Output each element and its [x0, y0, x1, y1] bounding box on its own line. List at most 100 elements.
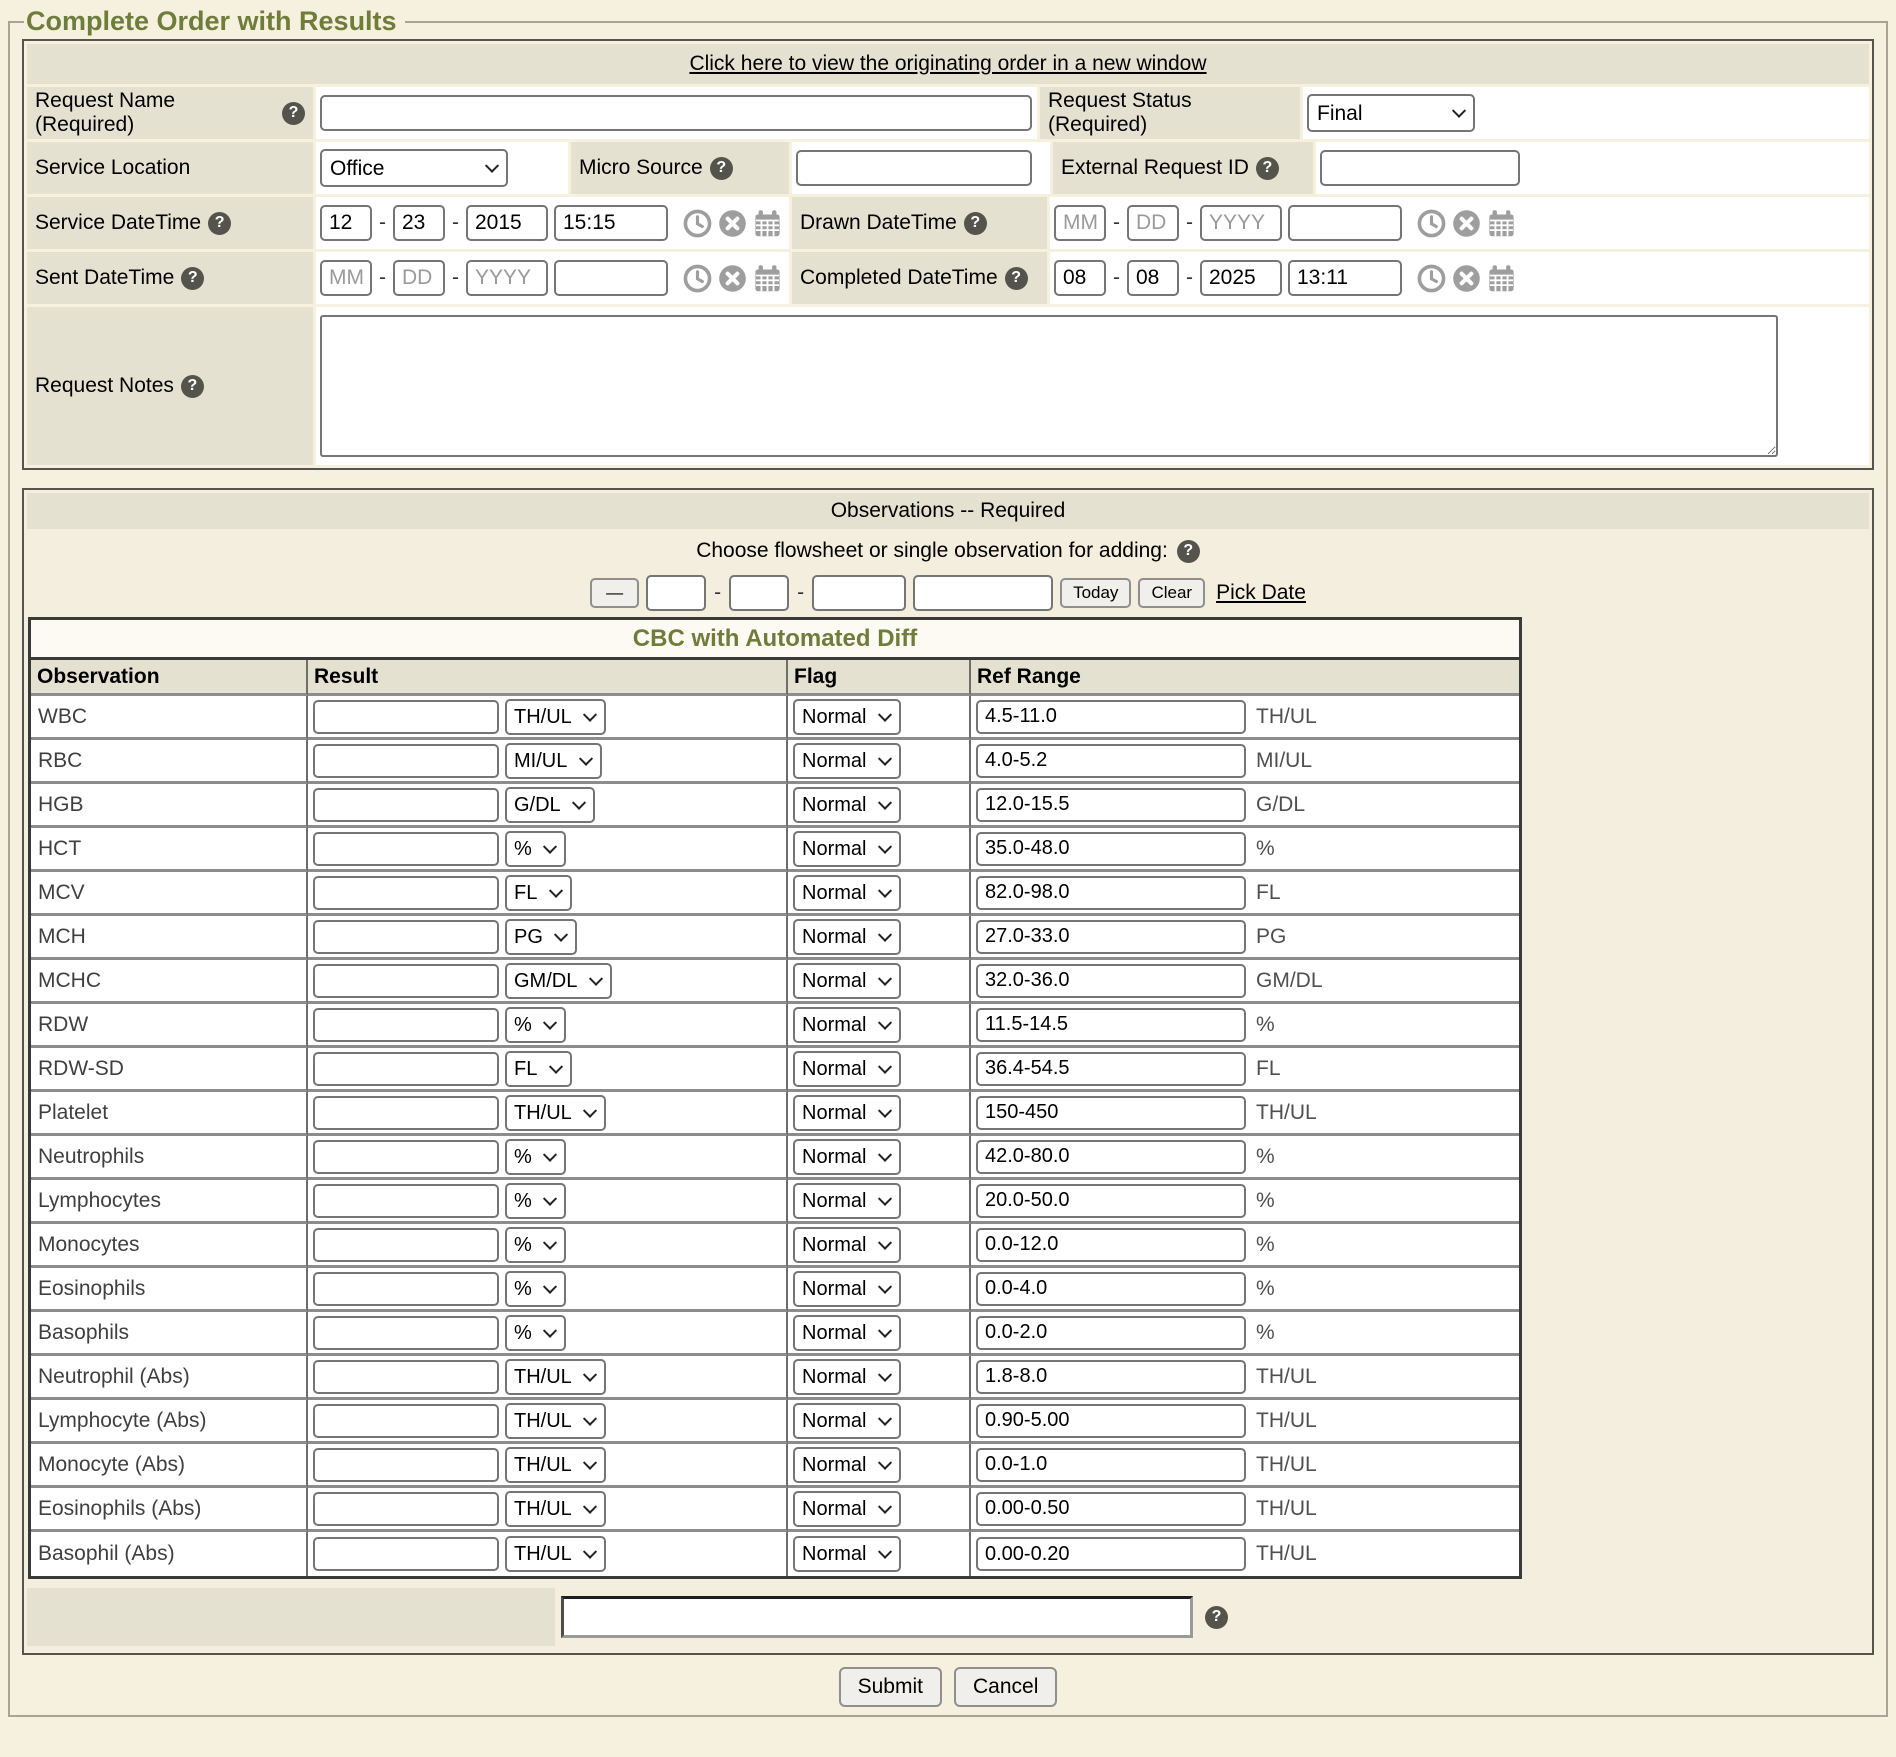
ref-range-input[interactable] — [976, 876, 1246, 910]
ref-range-input[interactable] — [976, 1272, 1246, 1306]
result-unit-select[interactable]: % — [505, 1315, 566, 1351]
help-icon[interactable]: ? — [1256, 157, 1279, 180]
service-time-input[interactable] — [554, 205, 668, 241]
calendar-icon[interactable] — [1486, 263, 1516, 293]
flag-select[interactable]: Normal — [793, 1183, 901, 1219]
today-button[interactable]: Today — [1060, 578, 1131, 608]
result-input[interactable] — [313, 1052, 499, 1086]
help-icon[interactable]: ? — [1005, 267, 1028, 290]
result-input[interactable] — [313, 1537, 499, 1571]
result-unit-select[interactable]: G/DL — [505, 787, 595, 823]
service-day-input[interactable] — [393, 205, 445, 241]
ref-range-input[interactable] — [976, 1096, 1246, 1130]
cancel-button[interactable]: Cancel — [954, 1667, 1057, 1707]
obs-date-month-input[interactable] — [646, 575, 706, 611]
time-picker-icon[interactable] — [1416, 208, 1446, 238]
ref-range-input[interactable] — [976, 1052, 1246, 1086]
service-year-input[interactable] — [466, 205, 548, 241]
ref-range-input[interactable] — [976, 920, 1246, 954]
flag-select[interactable]: Normal — [793, 743, 901, 779]
clear-button[interactable]: Clear — [1138, 578, 1205, 608]
completed-time-input[interactable] — [1288, 260, 1402, 296]
result-input[interactable] — [313, 1316, 499, 1350]
result-input[interactable] — [313, 744, 499, 778]
request-name-input[interactable] — [320, 95, 1032, 131]
external-request-id-input[interactable] — [1320, 150, 1520, 186]
result-unit-select[interactable]: % — [505, 1007, 566, 1043]
ref-range-input[interactable] — [976, 1492, 1246, 1526]
flag-select[interactable]: Normal — [793, 919, 901, 955]
help-icon[interactable]: ? — [181, 375, 204, 398]
help-icon[interactable]: ? — [181, 267, 204, 290]
result-input[interactable] — [313, 788, 499, 822]
flag-select[interactable]: Normal — [793, 1007, 901, 1043]
completed-month-input[interactable] — [1054, 260, 1106, 296]
ref-range-input[interactable] — [976, 832, 1246, 866]
ref-range-input[interactable] — [976, 1140, 1246, 1174]
result-input[interactable] — [313, 1184, 499, 1218]
drawn-year-input[interactable] — [1200, 205, 1282, 241]
result-unit-select[interactable]: TH/UL — [505, 699, 606, 735]
ref-range-input[interactable] — [976, 1184, 1246, 1218]
ref-range-input[interactable] — [976, 700, 1246, 734]
ref-range-input[interactable] — [976, 1404, 1246, 1438]
result-unit-select[interactable]: TH/UL — [505, 1403, 606, 1439]
result-unit-select[interactable]: % — [505, 1271, 566, 1307]
drawn-time-input[interactable] — [1288, 205, 1402, 241]
result-input[interactable] — [313, 920, 499, 954]
time-picker-icon[interactable] — [682, 263, 712, 293]
sent-year-input[interactable] — [466, 260, 548, 296]
clear-datetime-icon[interactable] — [717, 263, 747, 293]
flag-select[interactable]: Normal — [793, 787, 901, 823]
result-unit-select[interactable]: TH/UL — [505, 1447, 606, 1483]
sent-day-input[interactable] — [393, 260, 445, 296]
time-picker-icon[interactable] — [682, 208, 712, 238]
clear-datetime-icon[interactable] — [717, 208, 747, 238]
sent-month-input[interactable] — [320, 260, 372, 296]
ref-range-input[interactable] — [976, 744, 1246, 778]
result-input[interactable] — [313, 1272, 499, 1306]
result-input[interactable] — [313, 1008, 499, 1042]
clear-datetime-icon[interactable] — [1451, 208, 1481, 238]
result-unit-select[interactable]: % — [505, 1139, 566, 1175]
obs-time-input[interactable] — [913, 575, 1053, 611]
flag-select[interactable]: Normal — [793, 699, 901, 735]
calendar-icon[interactable] — [752, 263, 782, 293]
flag-select[interactable]: Normal — [793, 1359, 901, 1395]
flag-select[interactable]: Normal — [793, 875, 901, 911]
help-icon[interactable]: ? — [710, 157, 733, 180]
time-picker-icon[interactable] — [1416, 263, 1446, 293]
flag-select[interactable]: Normal — [793, 1139, 901, 1175]
drawn-month-input[interactable] — [1054, 205, 1106, 241]
help-icon[interactable]: ? — [964, 212, 987, 235]
ref-range-input[interactable] — [976, 788, 1246, 822]
result-input[interactable] — [313, 1492, 499, 1526]
result-unit-select[interactable]: FL — [505, 875, 572, 911]
obs-date-day-input[interactable] — [729, 575, 789, 611]
flag-select[interactable]: Normal — [793, 1491, 901, 1527]
help-icon[interactable]: ? — [282, 102, 305, 125]
ref-range-input[interactable] — [976, 1316, 1246, 1350]
micro-source-input[interactable] — [796, 150, 1032, 186]
result-input[interactable] — [313, 1448, 499, 1482]
flag-select[interactable]: Normal — [793, 963, 901, 999]
submit-button[interactable]: Submit — [839, 1667, 942, 1707]
obs-date-year-input[interactable] — [812, 575, 906, 611]
result-unit-select[interactable]: PG — [505, 919, 577, 955]
calendar-icon[interactable] — [752, 208, 782, 238]
ref-range-input[interactable] — [976, 964, 1246, 998]
help-icon[interactable]: ? — [1205, 1606, 1228, 1629]
result-unit-select[interactable]: TH/UL — [505, 1359, 606, 1395]
result-unit-select[interactable]: TH/UL — [505, 1491, 606, 1527]
flag-select[interactable]: Normal — [793, 1095, 901, 1131]
request-status-select[interactable]: Final — [1307, 94, 1475, 132]
result-unit-select[interactable]: FL — [505, 1051, 572, 1087]
result-unit-select[interactable]: % — [505, 1227, 566, 1263]
result-input[interactable] — [313, 700, 499, 734]
completed-day-input[interactable] — [1127, 260, 1179, 296]
ref-range-input[interactable] — [976, 1360, 1246, 1394]
flag-select[interactable]: Normal — [793, 1271, 901, 1307]
ref-range-input[interactable] — [976, 1008, 1246, 1042]
pick-date-link[interactable]: Pick Date — [1216, 581, 1306, 605]
result-unit-select[interactable]: MI/UL — [505, 743, 602, 779]
